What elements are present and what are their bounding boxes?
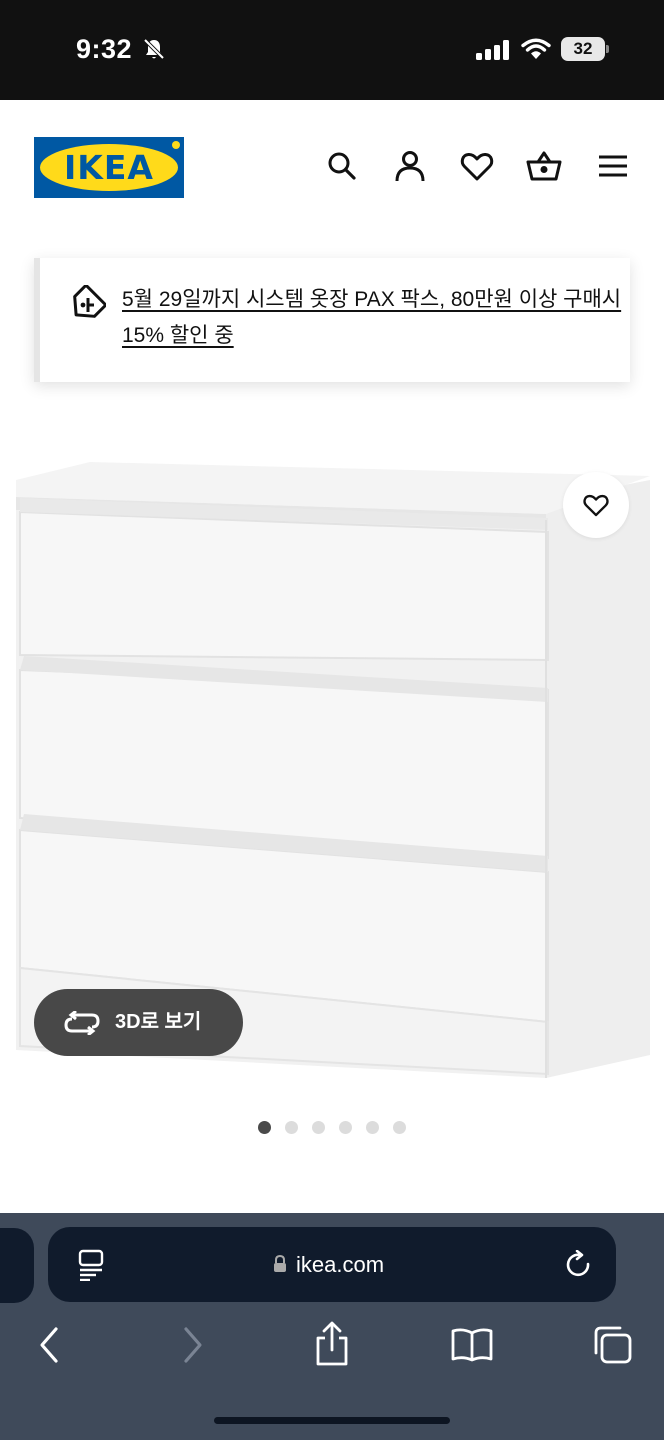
promo-link[interactable]: 5월 29일까지 시스템 옷장 PAX 팍스, 80만원 이상 구매시 15% … [122, 282, 622, 354]
shopping-basket-icon[interactable] [526, 148, 562, 184]
back-icon[interactable] [38, 1325, 62, 1365]
battery-cap [606, 45, 609, 53]
forward-icon[interactable] [180, 1325, 204, 1365]
status-time: 9:32 [76, 34, 133, 64]
status-bar: 9:32 32 [0, 0, 664, 100]
reader-mode-icon[interactable] [76, 1249, 106, 1281]
price-tag-icon [73, 285, 106, 318]
promo-banner[interactable]: 5월 29일까지 시스템 옷장 PAX 팍스, 80만원 이상 구매시 15% … [34, 258, 630, 382]
add-to-favorites-button[interactable] [563, 472, 629, 538]
ikea-logo[interactable]: IKEA [34, 137, 184, 198]
carousel-dot[interactable] [393, 1121, 406, 1134]
tabs-icon[interactable] [592, 1325, 634, 1365]
hamburger-menu-icon[interactable] [595, 148, 631, 184]
search-icon[interactable] [324, 148, 360, 184]
carousel-dot[interactable] [312, 1121, 325, 1134]
home-indicator [214, 1417, 450, 1424]
bookmarks-icon[interactable] [450, 1327, 494, 1363]
bell-slash-icon [143, 38, 165, 60]
address-bar[interactable]: ikea.com [48, 1227, 616, 1302]
browser-toolbar: ikea.com [0, 1213, 664, 1440]
view-3d-label: 3D로 보기 [115, 1011, 202, 1033]
carousel-dot[interactable] [285, 1121, 298, 1134]
carousel-dot[interactable] [366, 1121, 379, 1134]
wifi-icon [521, 38, 551, 59]
registered-mark [172, 141, 180, 149]
logo-text: IKEA [64, 148, 154, 187]
battery-level: 32 [573, 39, 593, 58]
lock-icon [274, 1255, 286, 1272]
battery-icon: 32 [561, 37, 605, 61]
cellular-signal-icon [476, 40, 509, 60]
view-3d-button[interactable]: 3D로 보기 [34, 989, 243, 1056]
reload-icon[interactable] [565, 1250, 593, 1280]
favorites-heart-icon[interactable] [459, 148, 495, 184]
share-icon[interactable] [313, 1321, 351, 1367]
carousel-dot[interactable] [339, 1121, 352, 1134]
carousel-dot[interactable] [258, 1121, 271, 1134]
url-text[interactable]: ikea.com [296, 1227, 384, 1302]
previous-tab-preview[interactable] [0, 1228, 34, 1303]
account-icon[interactable] [392, 148, 428, 184]
heart-outline-icon [583, 494, 609, 517]
rotate-3d-icon [64, 1011, 100, 1035]
